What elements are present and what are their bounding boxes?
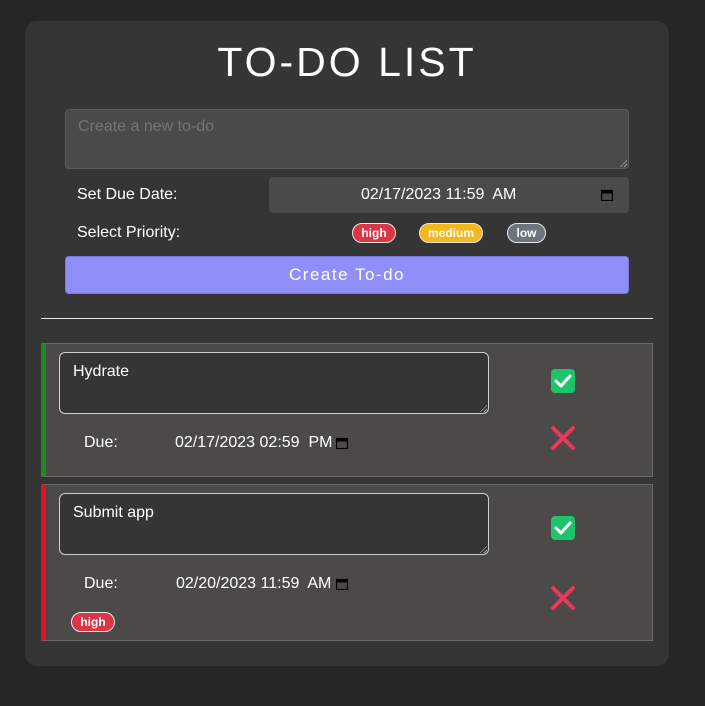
page-title: TO-DO LIST [217,39,477,85]
new-todo-input[interactable] [65,109,629,169]
priority-label: Select Priority: [77,224,181,241]
due-date-input[interactable]: 02/17/2023 11:59 AM [269,177,629,213]
calendar-icon[interactable] [601,189,613,201]
priority-medium-button[interactable]: medium [419,223,483,243]
resize-grip-icon[interactable] [619,159,627,167]
todo-text[interactable]: Hydrate [59,352,489,414]
check-icon [554,521,572,535]
divider [41,318,653,319]
todo-item: Submit app Due: 02/20/2023 11:59 AM high [41,484,653,641]
todo-item: Hydrate Due: 02/17/2023 02:59 PM [41,343,653,477]
complete-button[interactable] [551,516,575,540]
due-date-label: Set Due Date: [77,186,178,203]
resize-grip-icon[interactable] [479,404,487,412]
complete-button[interactable] [551,369,575,393]
due-label: Due: [84,434,118,451]
todo-due-value[interactable]: 02/20/2023 11:59 AM [176,575,331,593]
resize-grip-icon[interactable] [479,545,487,553]
due-label: Due: [84,575,118,592]
check-icon [554,374,572,388]
delete-x-icon[interactable] [549,424,577,452]
due-date-value: 02/17/2023 11:59 AM [361,186,517,203]
todo-due-value[interactable]: 02/17/2023 02:59 PM [175,434,332,452]
delete-x-icon[interactable] [549,584,577,612]
todo-text[interactable]: Submit app [59,493,489,555]
todo-card: TO-DO LIST Set Due Date: 02/17/2023 11:5… [25,21,669,666]
calendar-icon[interactable] [336,578,348,590]
calendar-icon[interactable] [336,437,348,449]
priority-low-button[interactable]: low [507,223,546,243]
priority-badge: high [71,612,115,632]
priority-high-button[interactable]: high [352,223,396,243]
create-todo-button[interactable]: Create To-do [65,256,629,294]
